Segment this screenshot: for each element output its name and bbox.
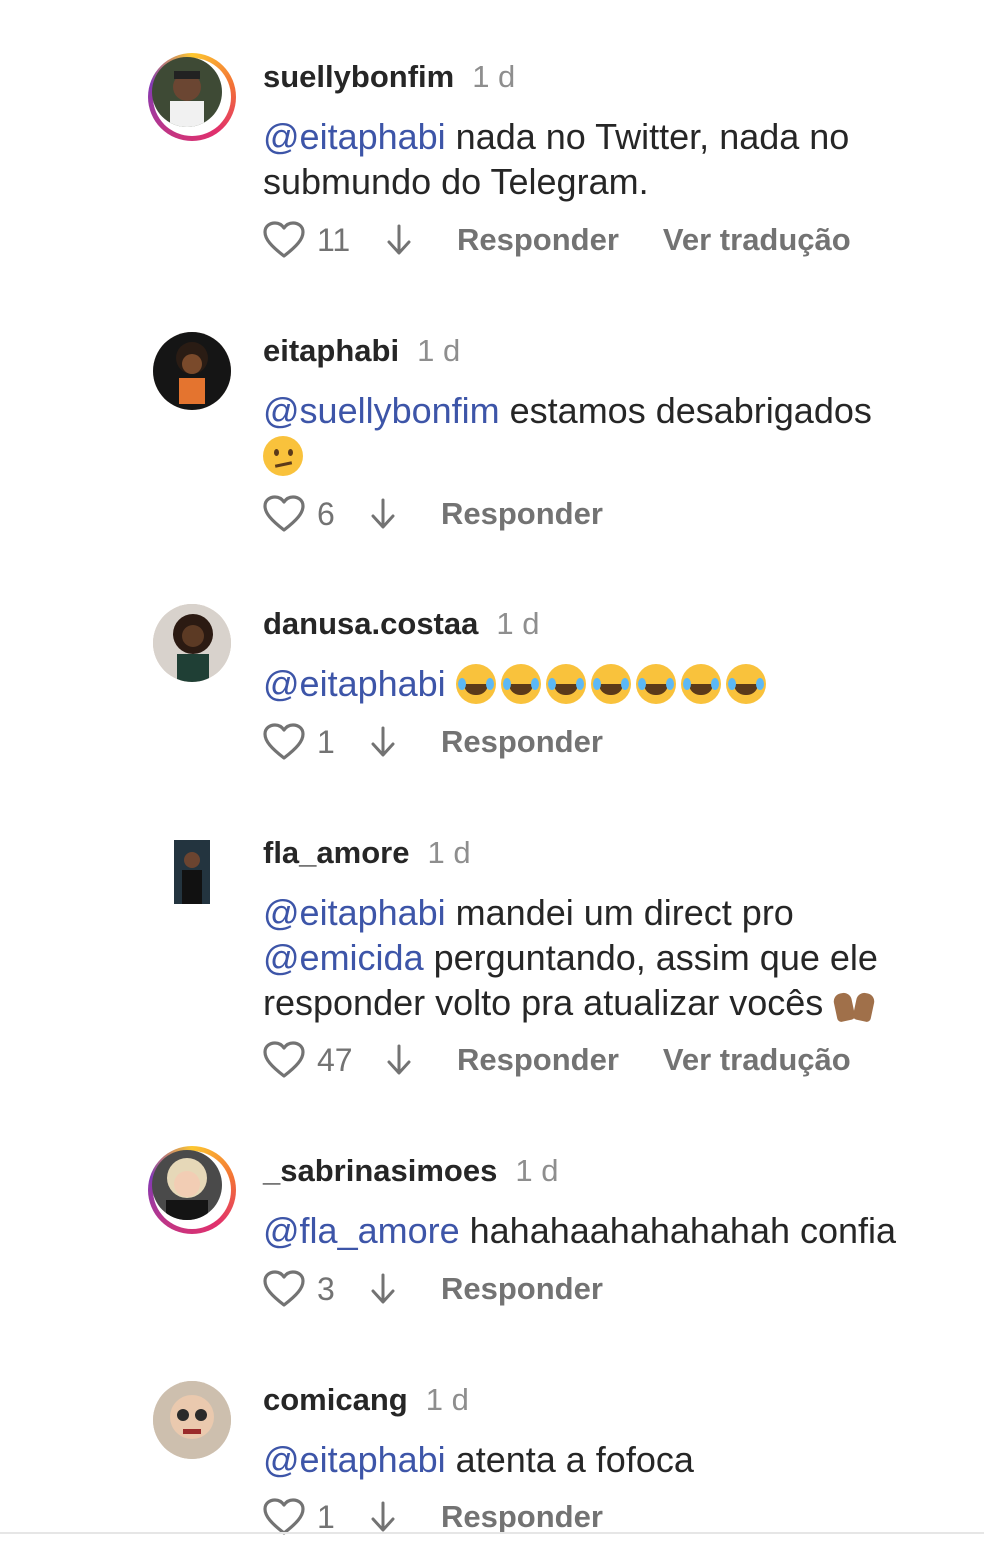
timestamp: 1 d: [427, 835, 471, 870]
arrow-down-icon[interactable]: [369, 1500, 397, 1534]
mention-link[interactable]: @eitaphabi: [263, 892, 446, 933]
translate-button[interactable]: Ver tradução: [663, 1042, 851, 1078]
avatar[interactable]: [148, 1146, 236, 1234]
comment-actions: 1 Responder: [263, 1497, 603, 1537]
arrow-down-icon[interactable]: [369, 497, 397, 531]
avatar[interactable]: [153, 332, 231, 410]
comment-actions: 47 Responder Ver tradução: [263, 1040, 851, 1080]
comment-text: @eitaphabi mandei um direct pro @emicida…: [263, 892, 878, 1023]
confused-face-icon: [263, 436, 303, 476]
mention-link[interactable]: @eitaphabi: [263, 1439, 446, 1480]
arrow-down-icon[interactable]: [385, 1043, 413, 1077]
arrow-down-icon[interactable]: [369, 725, 397, 759]
heart-icon[interactable]: [263, 723, 305, 761]
comment-actions: 3 Responder: [263, 1269, 603, 1309]
comment-actions: 1 Responder: [263, 722, 603, 762]
heart-icon[interactable]: [263, 495, 305, 533]
heart-icon[interactable]: [263, 1498, 305, 1536]
raising-hands-icon: [833, 983, 877, 1023]
like-count: 47: [317, 1041, 353, 1078]
heart-icon[interactable]: [263, 1041, 305, 1079]
comment-text: @fla_amore hahahaahahahahah confia: [263, 1210, 897, 1251]
tears-of-joy-icon: [635, 664, 676, 704]
timestamp: 1 d: [417, 333, 461, 368]
timestamp: 1 d: [496, 606, 540, 641]
like-count: 1: [317, 1498, 335, 1535]
like-count: 11: [317, 221, 351, 258]
tears-of-joy-icon: [680, 664, 721, 704]
avatar[interactable]: [148, 53, 236, 141]
like-count: 1: [317, 723, 335, 760]
username[interactable]: comicang: [263, 1382, 408, 1417]
divider: [0, 1532, 984, 1534]
heart-icon[interactable]: [263, 1270, 305, 1308]
comment-actions: 6 Responder: [263, 494, 603, 534]
like-count: 6: [317, 495, 335, 532]
comment-text: @eitaphabi: [263, 661, 943, 706]
avatar[interactable]: [153, 1381, 231, 1459]
translate-button[interactable]: Ver tradução: [663, 222, 851, 258]
reply-button[interactable]: Responder: [441, 724, 603, 760]
heart-icon[interactable]: [263, 221, 305, 259]
timestamp: 1 d: [425, 1382, 469, 1417]
reply-button[interactable]: Responder: [441, 496, 603, 532]
comment-text: @suellybonfim estamos desabrigados: [263, 388, 943, 478]
tears-of-joy-icon: [725, 664, 766, 704]
tears-of-joy-icon: [545, 664, 586, 704]
mention-link[interactable]: @suellybonfim: [263, 390, 500, 431]
avatar[interactable]: [174, 840, 210, 904]
comment-actions: 11 Responder Ver tradução: [263, 220, 851, 260]
timestamp: 1 d: [515, 1153, 559, 1188]
username[interactable]: _sabrinasimoes: [263, 1153, 497, 1188]
mention-link[interactable]: @emicida: [263, 937, 424, 978]
reply-button[interactable]: Responder: [441, 1499, 603, 1535]
username[interactable]: fla_amore: [263, 835, 409, 870]
reply-button[interactable]: Responder: [457, 1042, 619, 1078]
reply-button[interactable]: Responder: [457, 222, 619, 258]
tears-of-joy-icon: [455, 664, 496, 704]
arrow-down-icon[interactable]: [369, 1272, 397, 1306]
mention-link[interactable]: @fla_amore: [263, 1210, 460, 1251]
timestamp: 1 d: [472, 59, 516, 94]
like-count: 3: [317, 1270, 335, 1307]
reply-button[interactable]: Responder: [441, 1271, 603, 1307]
tears-of-joy-icon: [590, 664, 631, 704]
comment-text: @eitaphabi atenta a fofoca: [263, 1439, 694, 1480]
username[interactable]: danusa.costaa: [263, 606, 478, 641]
username[interactable]: suellybonfim: [263, 59, 454, 94]
avatar[interactable]: [153, 604, 231, 682]
comment-text: @eitaphabi nada no Twitter, nada no subm…: [263, 116, 850, 202]
tears-of-joy-icon: [500, 664, 541, 704]
mention-link[interactable]: @eitaphabi: [263, 663, 446, 704]
username[interactable]: eitaphabi: [263, 333, 399, 368]
mention-link[interactable]: @eitaphabi: [263, 116, 446, 157]
arrow-down-icon[interactable]: [385, 223, 413, 257]
